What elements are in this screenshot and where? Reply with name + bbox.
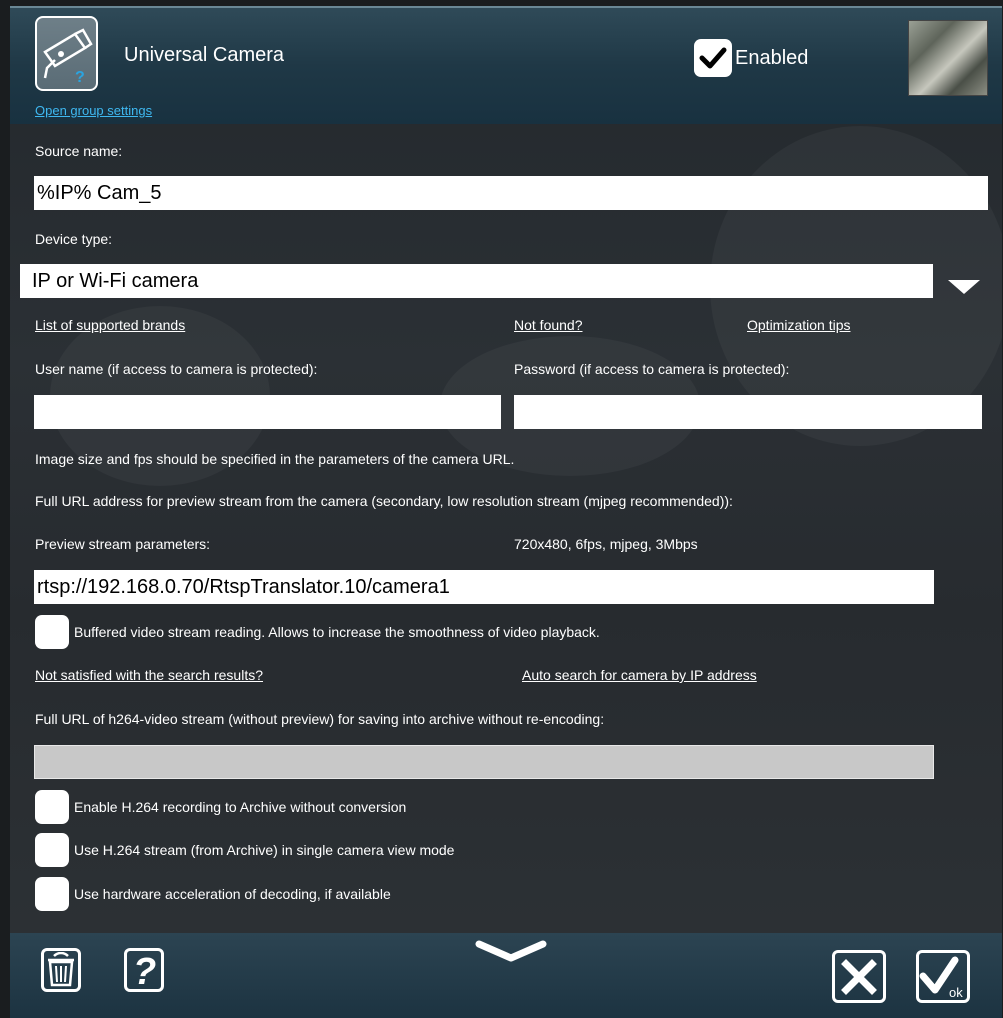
hw-accel-label: Use hardware acceleration of decoding, i…	[74, 886, 391, 902]
svg-text:?: ?	[75, 69, 85, 86]
hw-accel-checkbox[interactable]	[35, 877, 69, 911]
auto-search-link[interactable]: Auto search for camera by IP address	[522, 667, 757, 683]
delete-button[interactable]	[41, 948, 81, 992]
camera-settings-dialog: ? Universal Camera Open group settings E…	[10, 6, 1002, 1018]
ok-label: ok	[949, 985, 963, 1000]
dialog-header: ? Universal Camera Open group settings E…	[10, 6, 1002, 124]
svg-text:?: ?	[133, 951, 156, 989]
dropdown-arrow-icon[interactable]	[946, 277, 982, 297]
open-group-settings-link[interactable]: Open group settings	[35, 103, 152, 118]
supported-brands-link[interactable]: List of supported brands	[35, 317, 185, 333]
buffered-reading-label: Buffered video stream reading. Allows to…	[74, 624, 600, 640]
not-found-link[interactable]: Not found?	[514, 317, 583, 333]
preview-url-input[interactable]: rtsp://192.168.0.70/RtspTranslator.10/ca…	[34, 570, 934, 604]
use-h264-checkbox[interactable]	[35, 833, 69, 867]
help-icon: ?	[133, 951, 156, 989]
enabled-label: Enabled	[735, 46, 809, 69]
buffered-reading-checkbox[interactable]	[35, 615, 69, 649]
ok-icon: ok	[919, 956, 963, 1000]
trash-icon	[48, 952, 74, 987]
source-name-input[interactable]: %IP% Cam_5	[34, 176, 988, 210]
username-label: User name (if access to camera is protec…	[35, 361, 318, 377]
enabled-checkbox[interactable]	[694, 39, 732, 77]
chevron-down-icon[interactable]	[475, 938, 547, 966]
password-label: Password (if access to camera is protect…	[514, 361, 790, 377]
camera-icon: ?	[43, 28, 93, 86]
device-type-label: Device type:	[35, 231, 113, 247]
preview-url-label: Full URL address for preview stream from…	[35, 493, 733, 509]
h264-url-input[interactable]	[34, 745, 934, 779]
source-name-label: Source name:	[35, 143, 123, 159]
preview-params-value: 720x480, 6fps, mjpeg, 3Mbps	[514, 536, 698, 552]
image-size-note: Image size and fps should be specified i…	[35, 451, 515, 467]
help-button[interactable]: ?	[124, 948, 164, 992]
use-h264-label: Use H.264 stream (from Archive) in singl…	[74, 842, 455, 858]
preview-params-label: Preview stream parameters:	[35, 536, 211, 552]
checkmark-icon	[699, 47, 727, 69]
enable-h264-checkbox[interactable]	[35, 790, 69, 824]
ok-button[interactable]: ok	[916, 950, 970, 1003]
device-type-select[interactable]: IP or Wi-Fi camera	[20, 264, 933, 298]
enable-h264-label: Enable H.264 recording to Archive withou…	[74, 799, 407, 815]
camera-type-button[interactable]: ?	[35, 16, 98, 91]
enabled-toggle[interactable]: Enabled	[694, 39, 808, 77]
not-satisfied-link[interactable]: Not satisfied with the search results?	[35, 667, 263, 683]
optimization-tips-link[interactable]: Optimization tips	[747, 317, 850, 333]
camera-title: Universal Camera	[124, 44, 285, 66]
h264-url-label: Full URL of h264-video stream (without p…	[35, 711, 605, 727]
cancel-button[interactable]	[832, 950, 886, 1003]
close-icon	[841, 958, 877, 995]
camera-preview-thumbnail[interactable]	[908, 20, 988, 96]
username-input[interactable]	[34, 395, 501, 429]
password-input[interactable]	[514, 395, 982, 429]
